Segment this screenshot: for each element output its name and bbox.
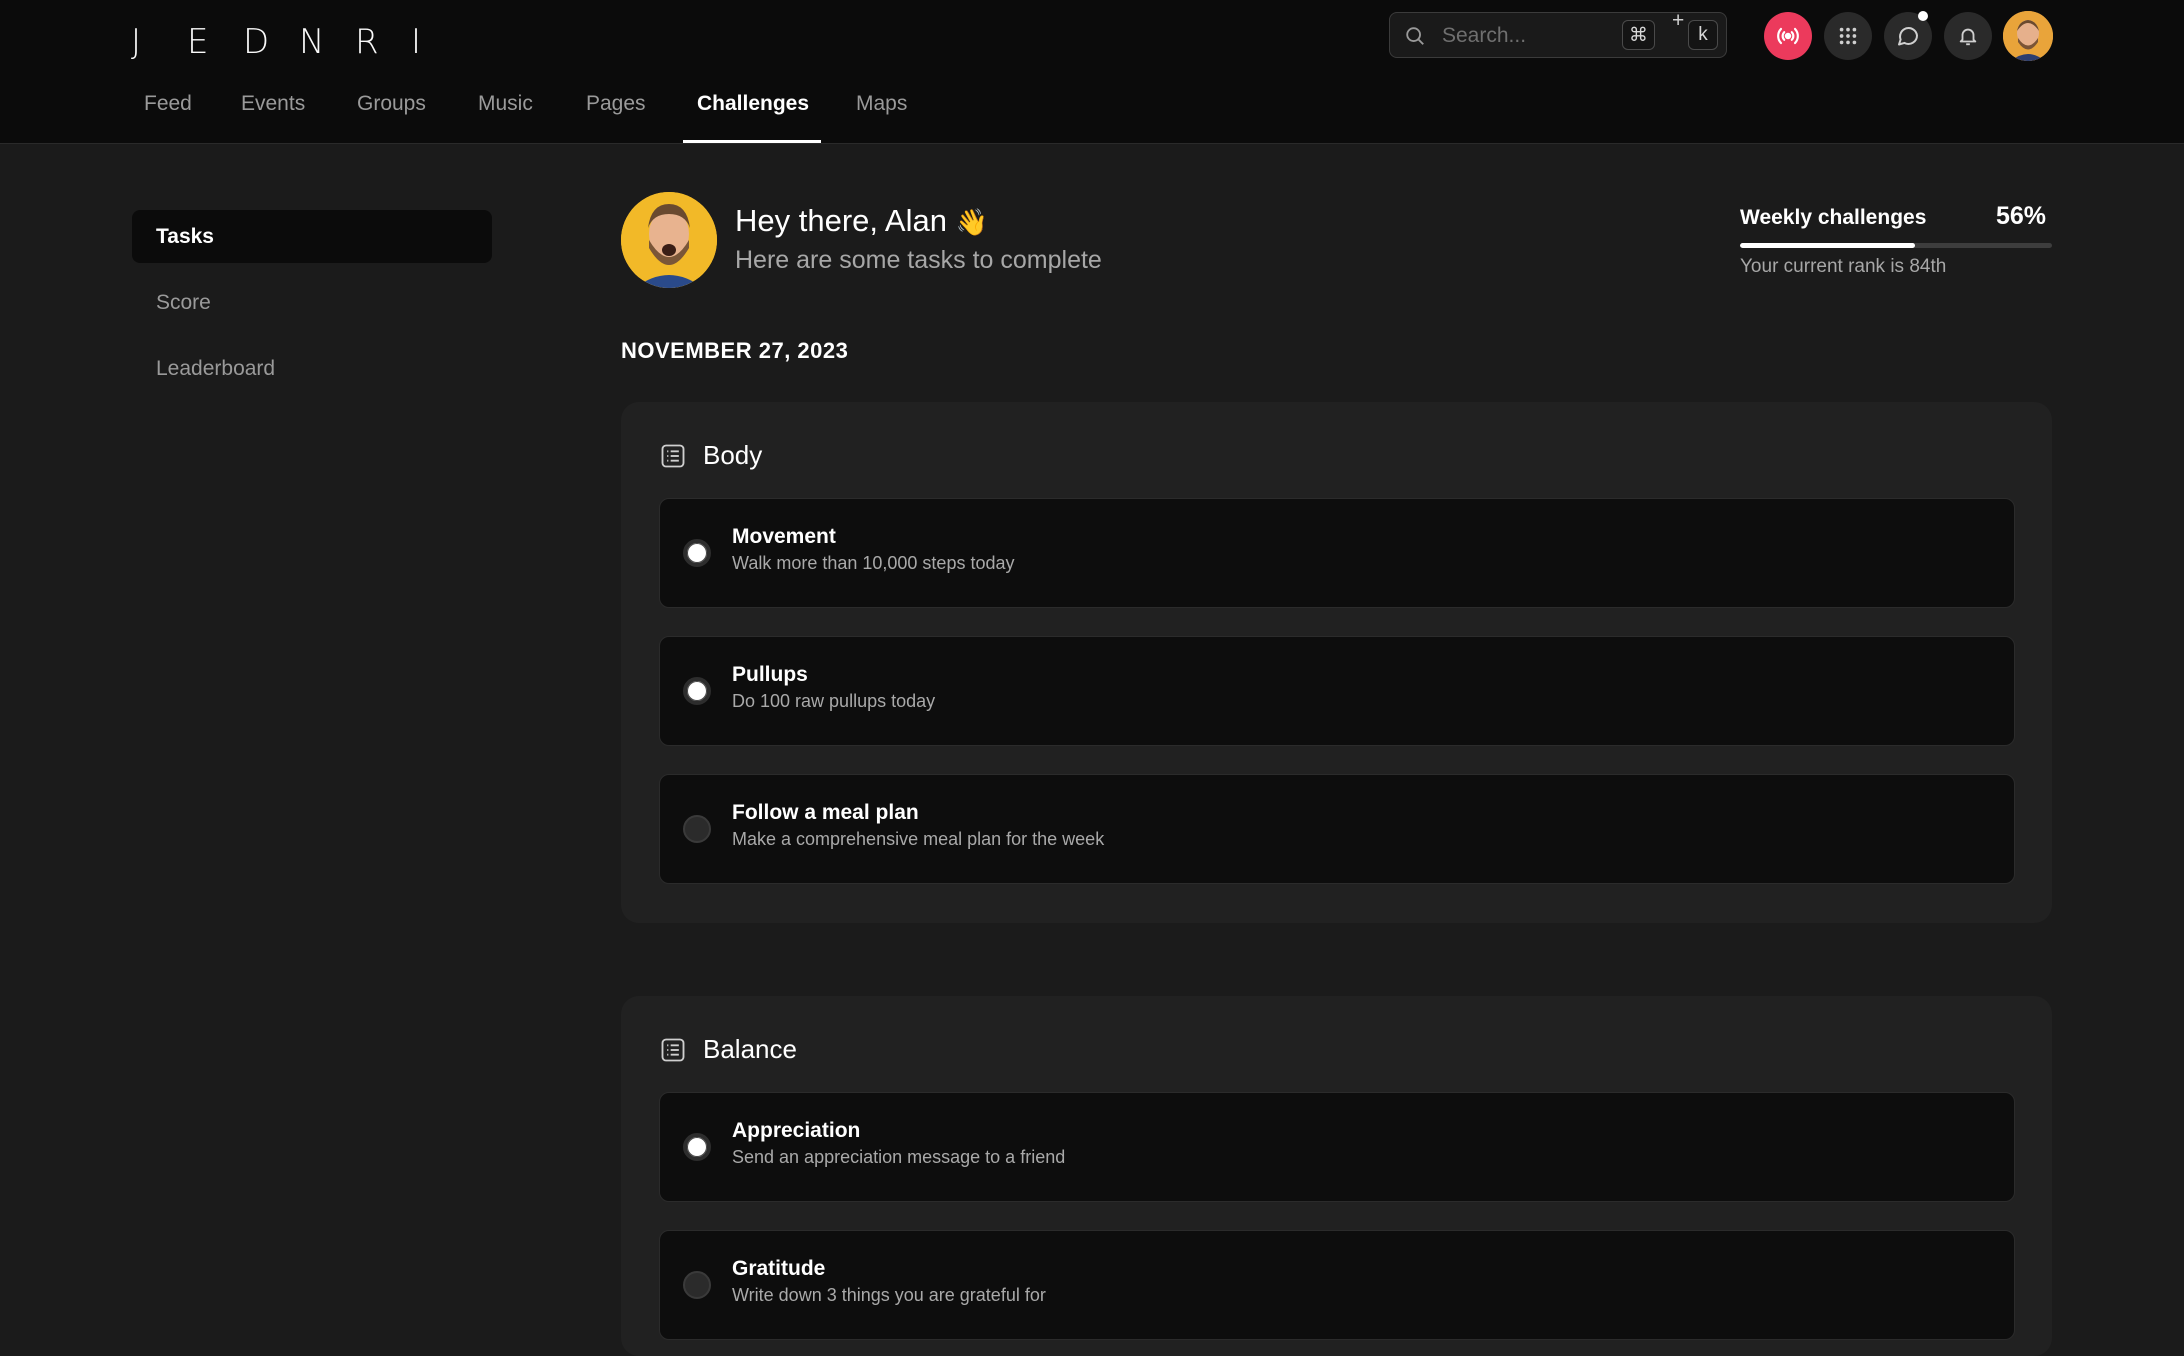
bell-icon	[1959, 28, 1977, 46]
task-item[interactable]: Appreciation Send an appreciation messag…	[659, 1092, 2015, 1202]
section-card-body: Body Movement Walk more than 10,000 step…	[621, 402, 2052, 923]
task-item[interactable]: Pullups Do 100 raw pullups today	[659, 636, 2015, 746]
task-description: Do 100 raw pullups today	[732, 691, 936, 711]
greeting-subtitle: Here are some tasks to complete	[735, 246, 1102, 274]
sidebar-item-leaderboard[interactable]: Leaderboard	[132, 342, 492, 395]
task-title: Follow a meal plan	[732, 801, 919, 824]
section-title: Body	[703, 440, 763, 470]
shortcut-plus: +	[1672, 9, 1685, 32]
weekly-progress-bar	[1740, 243, 2052, 248]
greeting-text: Hey there, Alan	[735, 203, 947, 238]
task-title: Appreciation	[732, 1119, 861, 1142]
active-tab-underline	[683, 140, 821, 143]
user-avatar[interactable]	[2003, 11, 2053, 61]
waving-hand-emoji: 👋	[955, 208, 988, 238]
live-broadcast-icon	[1777, 27, 1799, 45]
section-card-balance: Balance Appreciation Send an appreciatio…	[621, 996, 2052, 1356]
task-item[interactable]: Movement Walk more than 10,000 steps tod…	[659, 498, 2015, 608]
k-key-hint: k	[1688, 20, 1718, 50]
task-checkbox[interactable]	[683, 1271, 711, 1299]
greeting: Hey there, Alan 👋	[735, 203, 988, 239]
logo-letter: I	[411, 22, 424, 62]
weekly-challenges-label: Weekly challenges	[1740, 206, 1927, 229]
logo-letter: R	[355, 22, 381, 62]
user-avatar-image	[2003, 11, 2053, 61]
task-date: NOVEMBER 27, 2023	[621, 338, 849, 363]
nav-feed[interactable]: Feed	[144, 92, 192, 116]
task-checkbox[interactable]	[683, 1133, 711, 1161]
list-icon	[661, 1038, 685, 1061]
command-key-hint: ⌘	[1622, 20, 1655, 50]
section-title: Balance	[703, 1034, 797, 1064]
nav-groups[interactable]: Groups	[357, 92, 426, 116]
search-icon	[1406, 27, 1424, 45]
task-item[interactable]: Follow a meal plan Make a comprehensive …	[659, 774, 2015, 884]
logo-letter: D	[243, 22, 272, 62]
nav-challenges[interactable]: Challenges	[697, 92, 809, 116]
search-input[interactable]	[1440, 21, 1614, 51]
profile-avatar-image	[621, 192, 717, 288]
logo-letter: E	[187, 22, 211, 62]
weekly-progress-fill	[1740, 243, 1915, 248]
task-checkbox[interactable]	[683, 539, 711, 567]
jednari-logo[interactable]: J E D N R I	[131, 22, 467, 62]
task-checkbox[interactable]	[683, 677, 711, 705]
profile-avatar	[621, 192, 717, 288]
logo-letter: J	[131, 22, 144, 62]
nav-pages[interactable]: Pages	[586, 92, 646, 116]
logo-letter: N	[299, 22, 327, 62]
live-broadcast-button[interactable]	[1764, 12, 1812, 60]
section-header: Balance	[659, 1034, 797, 1065]
nav-music[interactable]: Music	[478, 92, 533, 116]
task-title: Movement	[732, 525, 836, 548]
task-description: Make a comprehensive meal plan for the w…	[732, 829, 1105, 849]
list-icon	[661, 444, 685, 467]
apps-grid-icon	[1839, 27, 1857, 45]
sidebar-item-score[interactable]: Score	[132, 276, 492, 329]
task-description: Send an appreciation message to a friend	[732, 1147, 1066, 1167]
notifications-button[interactable]	[1944, 12, 1992, 60]
task-title: Gratitude	[732, 1257, 826, 1280]
task-checkbox[interactable]	[683, 815, 711, 843]
messages-button[interactable]	[1884, 11, 1932, 60]
apps-grid-button[interactable]	[1824, 12, 1872, 60]
task-description: Write down 3 things you are grateful for	[732, 1285, 1046, 1305]
unread-dot	[1918, 11, 1928, 21]
current-rank: Your current rank is 84th	[1740, 256, 1947, 277]
section-header: Body	[659, 440, 762, 471]
task-description: Walk more than 10,000 steps today	[732, 553, 1015, 573]
nav-maps[interactable]: Maps	[856, 92, 907, 116]
sidebar-item-tasks[interactable]: Tasks	[132, 210, 492, 263]
top-header: J E D N R I ⌘ k +	[0, 0, 2184, 144]
task-title: Pullups	[732, 663, 808, 686]
nav-events[interactable]: Events	[241, 92, 305, 116]
task-item[interactable]: Gratitude Write down 3 things you are gr…	[659, 1230, 2015, 1340]
weekly-challenges-percent: 56%	[1996, 202, 2047, 230]
chat-icon	[1898, 27, 1918, 46]
